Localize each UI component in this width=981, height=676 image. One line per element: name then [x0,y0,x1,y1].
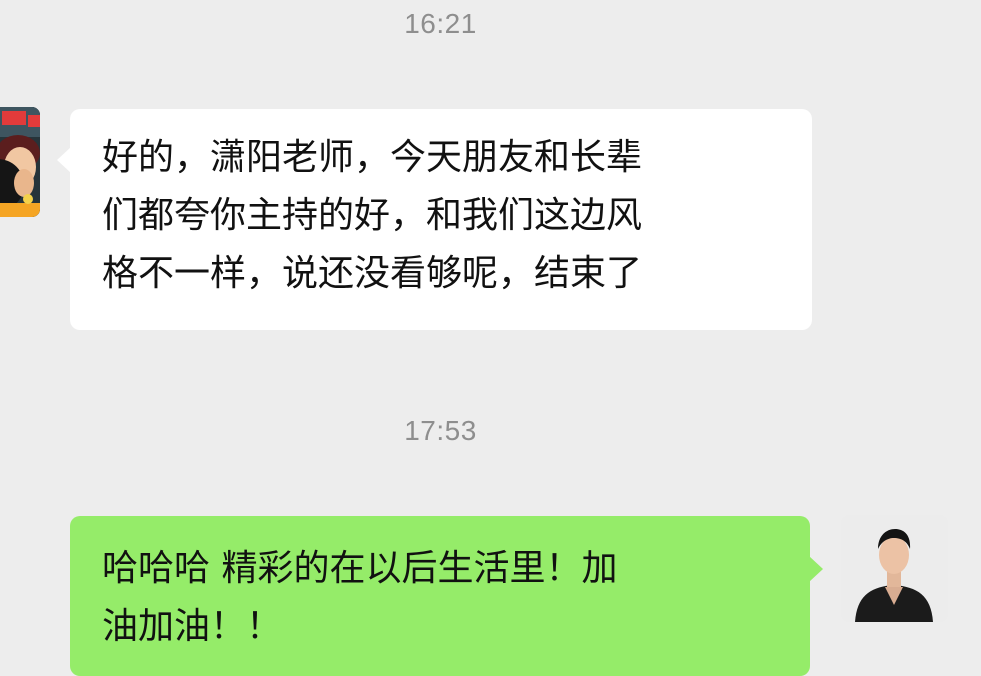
message-text-line: 们都夸你主持的好，和我们这边风 [102,195,643,236]
message-timestamp: 16:21 [404,8,477,39]
message-text-line: 好的，潇阳老师，今天朋友和长辈 [102,137,643,178]
cartoon-avatar-icon[interactable] [0,107,40,217]
incoming-message-bubble[interactable]: 好的，潇阳老师，今天朋友和长辈 们都夸你主持的好，和我们这边风 格不一样，说还没… [57,109,812,330]
man-portrait-avatar-icon[interactable] [841,515,948,622]
message-text-line: 油加油！！ [102,606,283,647]
message-text-line: 格不一样，说还没看够呢，结束了 [102,253,643,294]
message-timestamp: 17:53 [404,415,477,446]
message-text-line: 哈哈哈 精彩的在以后生活里！加 [102,548,618,589]
outgoing-message-bubble[interactable]: 哈哈哈 精彩的在以后生活里！加 油加油！！ [70,516,823,676]
